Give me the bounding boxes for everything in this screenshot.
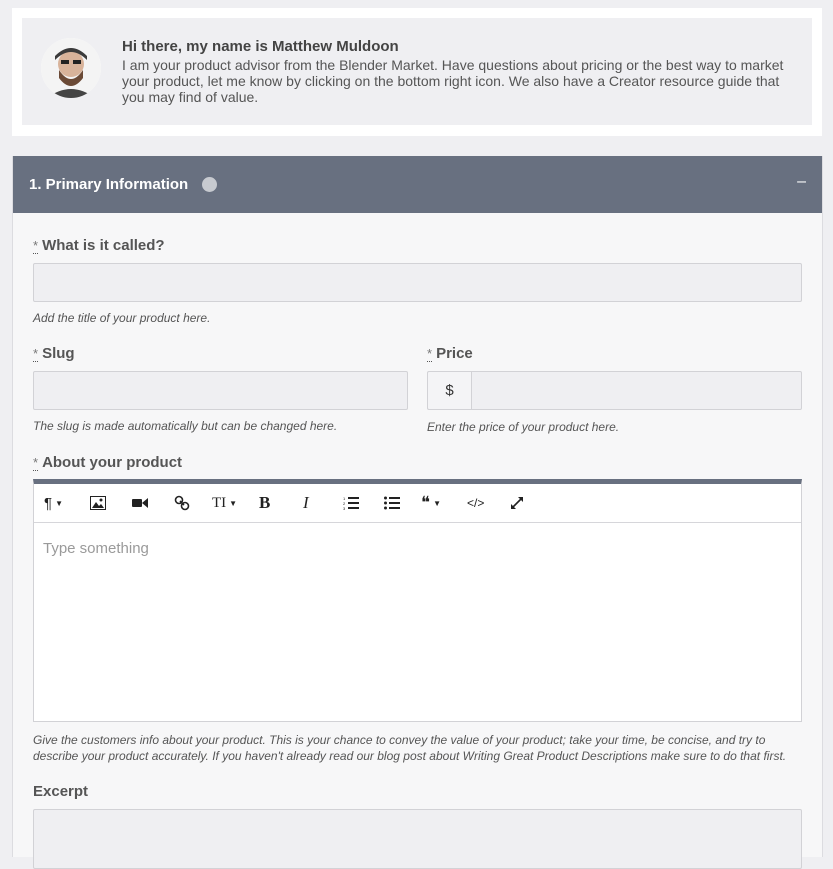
unordered-list-button[interactable] [384,493,400,513]
about-help: Give the customers info about your produ… [33,733,787,763]
panel-title: 1. Primary Information [29,176,189,193]
panel-header[interactable]: 1. Primary Information – [13,156,822,213]
caret-down-icon: ▼ [229,498,238,508]
insert-video-button[interactable] [132,493,148,513]
required-marker: * [33,238,39,254]
quote-button[interactable]: ❝ ▼ [421,493,441,513]
caret-down-icon: ▼ [433,498,442,508]
fullscreen-button[interactable] [510,493,524,513]
image-icon [90,496,106,510]
paragraph-format-button[interactable]: ¶ ▼ [44,493,63,513]
excerpt-textarea[interactable] [33,809,802,869]
price-input[interactable] [471,371,802,410]
editor-toolbar: ¶ ▼ TI ▼ B I 123 ❝ ▼ </> [34,484,801,523]
slug-input[interactable] [33,371,408,410]
advisor-card-inner: Hi there, my name is Matthew Muldoon I a… [22,18,812,125]
ordered-list-button[interactable]: 123 [343,493,359,513]
italic-button[interactable]: I [303,493,309,513]
excerpt-label: Excerpt [33,783,89,800]
required-marker: * [427,346,433,362]
advisor-name: Hi there, my name is Matthew Muldoon [122,38,399,55]
expand-icon [511,497,523,509]
required-marker: * [33,346,39,362]
text-size-button[interactable]: TI ▼ [212,493,237,513]
code-view-button[interactable]: </> [467,493,484,513]
name-input[interactable] [33,263,802,302]
status-dot-icon [202,177,217,192]
link-icon [174,495,190,511]
price-currency-prefix: $ [427,371,471,410]
advisor-message: I am your product advisor from the Blend… [122,57,784,105]
advisor-text: Hi there, my name is Matthew Muldoon I a… [122,38,792,106]
slug-label: * Slug [33,345,75,362]
insert-link-button[interactable] [174,493,190,513]
quote-icon: ❝ [421,493,431,512]
price-label: * Price [427,345,473,362]
collapse-button[interactable]: – [797,173,806,191]
video-icon [132,498,148,508]
name-label: * What is it called? [33,237,165,254]
bold-button[interactable]: B [259,493,270,513]
caret-down-icon: ▼ [55,498,63,508]
required-marker: * [33,455,39,471]
svg-text:3: 3 [343,506,346,510]
advisor-avatar [41,38,101,98]
unordered-list-icon [384,496,400,510]
editor-placeholder: Type something [43,540,149,557]
price-help: Enter the price of your product here. [427,420,620,434]
advisor-card: Hi there, my name is Matthew Muldoon I a… [12,8,822,136]
rich-text-editor[interactable]: ¶ ▼ TI ▼ B I 123 ❝ ▼ </> Type something [33,479,802,722]
name-help: Add the title of your product here. [33,311,211,325]
ordered-list-icon: 123 [343,496,359,510]
about-label: * About your product [33,454,183,471]
primary-information-panel: 1. Primary Information – * What is it cal… [12,156,823,869]
slug-help: The slug is made automatically but can b… [33,419,338,433]
insert-image-button[interactable] [90,493,106,513]
